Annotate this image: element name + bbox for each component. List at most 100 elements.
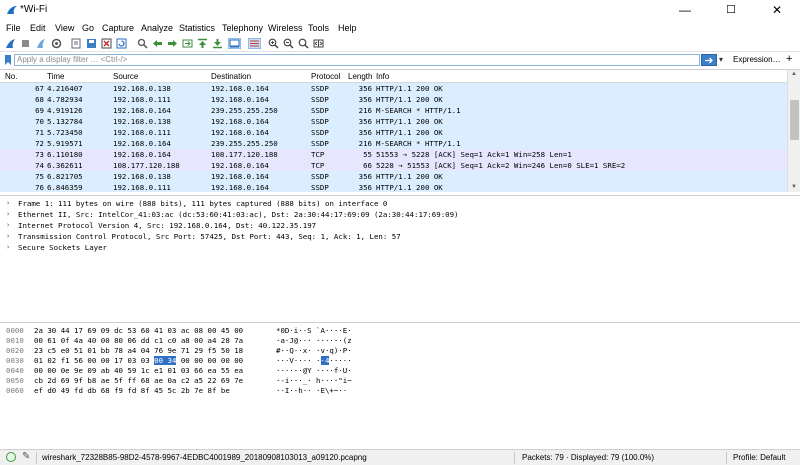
menu-telephony[interactable]: Telephony: [222, 23, 263, 33]
packet-destination: 192.168.0.164: [211, 183, 269, 192]
menu-file[interactable]: File: [6, 23, 21, 33]
menu-go[interactable]: Go: [82, 23, 94, 33]
expand-arrow-icon[interactable]: ›: [6, 231, 10, 242]
menu-view[interactable]: View: [55, 23, 74, 33]
ascii-bytes[interactable]: ···V···· ··4·····: [276, 356, 352, 366]
restart-capture-icon[interactable]: [35, 38, 46, 49]
last-packet-icon[interactable]: [212, 38, 223, 49]
expert-info-icon[interactable]: [6, 452, 16, 462]
apply-filter-button[interactable]: [701, 54, 717, 66]
menu-analyze[interactable]: Analyze: [141, 23, 173, 33]
find-packet-icon[interactable]: [137, 38, 148, 49]
resize-columns-icon[interactable]: [313, 38, 324, 49]
detail-row-ssl[interactable]: › Secure Sockets Layer: [0, 242, 800, 253]
stop-capture-icon[interactable]: [20, 38, 31, 49]
hex-bytes[interactable]: 01 02 f1 56 00 00 17 03 03 00 34 00 00 0…: [34, 356, 243, 366]
ascii-bytes[interactable]: ·-i···_· h····"i~: [276, 376, 352, 386]
maximize-button[interactable]: ☐: [708, 0, 754, 22]
go-forward-icon[interactable]: [167, 38, 178, 49]
expand-arrow-icon[interactable]: ›: [6, 220, 10, 231]
packet-row[interactable]: 73 6.110180 192.168.0.164 108.177.120.18…: [0, 149, 787, 160]
bytes-row[interactable]: 0010 00 61 0f 4a 40 00 80 06 dd c1 c0 a8…: [0, 336, 800, 346]
close-file-icon[interactable]: [101, 38, 112, 49]
zoom-normal-icon[interactable]: [298, 38, 309, 49]
hex-bytes-selected[interactable]: 00 34: [154, 356, 177, 365]
packet-row[interactable]: 76 6.846359 192.168.0.111 192.168.0.164 …: [0, 182, 787, 192]
bytes-row[interactable]: 0000 2a 30 44 17 69 09 dc 53 60 41 03 ac…: [0, 326, 800, 336]
ascii-bytes[interactable]: #··Q··x· ·v·q)·P·: [276, 346, 352, 356]
reload-icon[interactable]: [116, 38, 127, 49]
ascii-bytes[interactable]: ······@Y ····f·U·: [276, 366, 352, 376]
colorize-icon[interactable]: [248, 38, 261, 49]
column-header-protocol[interactable]: Protocol: [311, 72, 340, 81]
column-header-length[interactable]: Length: [348, 72, 372, 81]
packet-list-scrollbar[interactable]: ▲ ▼: [787, 70, 800, 192]
capture-comment-icon[interactable]: ✎: [22, 451, 30, 462]
hex-bytes[interactable]: 23 c5 e0 51 01 bb 78 a4 04 76 9e 71 29 f…: [34, 346, 243, 356]
menu-tools[interactable]: Tools: [308, 23, 329, 33]
expand-arrow-icon[interactable]: ›: [6, 242, 10, 253]
filter-dropdown-icon[interactable]: ▾: [719, 55, 723, 64]
start-capture-icon[interactable]: [5, 38, 16, 49]
expand-arrow-icon[interactable]: ›: [6, 209, 10, 220]
first-packet-icon[interactable]: [197, 38, 208, 49]
column-header-source[interactable]: Source: [113, 72, 138, 81]
column-header-info[interactable]: Info: [376, 72, 389, 81]
bytes-row[interactable]: 0060 ef d0 49 fd db 68 f9 fd 8f 45 5c 2b…: [0, 386, 800, 396]
hex-bytes[interactable]: ef d0 49 fd db 68 f9 fd 8f 45 5c 2b 7e 8…: [34, 386, 230, 396]
zoom-out-icon[interactable]: [283, 38, 294, 49]
menu-edit[interactable]: Edit: [30, 23, 46, 33]
packet-row[interactable]: 67 4.216407 192.168.0.138 192.168.0.164 …: [0, 83, 787, 94]
open-file-icon[interactable]: [71, 38, 82, 49]
hex-bytes[interactable]: 2a 30 44 17 69 09 dc 53 60 41 03 ac 08 0…: [34, 326, 243, 336]
hex-bytes[interactable]: 00 61 0f 4a 40 00 80 06 dd c1 c0 a8 00 a…: [34, 336, 243, 346]
menu-help[interactable]: Help: [338, 23, 357, 33]
byte-offset: 0020: [6, 346, 24, 355]
save-file-icon[interactable]: [86, 38, 97, 49]
go-back-icon[interactable]: [152, 38, 163, 49]
packet-protocol: SSDP: [311, 95, 329, 104]
bytes-row[interactable]: 0040 00 00 0e 9e 09 ab 40 59 1c e1 01 03…: [0, 366, 800, 376]
close-button[interactable]: ✕: [754, 0, 800, 22]
profile-label[interactable]: Profile: Default: [733, 453, 785, 462]
scroll-down-icon[interactable]: ▼: [791, 184, 797, 190]
detail-row-ethernet[interactable]: › Ethernet II, Src: IntelCor_41:03:ac (d…: [0, 209, 800, 220]
packet-row[interactable]: 71 5.723450 192.168.0.111 192.168.0.164 …: [0, 127, 787, 138]
column-header-time[interactable]: Time: [47, 72, 64, 81]
ascii-bytes[interactable]: *0D·i··S `A····E·: [276, 326, 352, 336]
packet-destination: 239.255.255.250: [211, 139, 278, 148]
display-filter-input[interactable]: Apply a display filter … <Ctrl-/>: [14, 54, 700, 66]
scrollbar-thumb[interactable]: [790, 100, 799, 140]
packet-row[interactable]: 74 6.362611 108.177.120.188 192.168.0.16…: [0, 160, 787, 171]
hex-bytes[interactable]: cb 2d 69 9f b8 ae 5f ff 68 ae 0a c2 a5 2…: [34, 376, 243, 386]
detail-row-tcp[interactable]: › Transmission Control Protocol, Src Por…: [0, 231, 800, 242]
capture-options-icon[interactable]: [51, 38, 62, 49]
go-to-packet-icon[interactable]: [182, 38, 193, 49]
menu-capture[interactable]: Capture: [102, 23, 134, 33]
column-header-destination[interactable]: Destination: [211, 72, 251, 81]
packet-row[interactable]: 75 6.821705 192.168.0.138 192.168.0.164 …: [0, 171, 787, 182]
add-filter-button[interactable]: +: [786, 53, 792, 65]
packet-row[interactable]: 69 4.919126 192.168.0.164 239.255.255.25…: [0, 105, 787, 116]
scroll-up-icon[interactable]: ▲: [791, 71, 797, 77]
detail-row-ipv4[interactable]: › Internet Protocol Version 4, Src: 192.…: [0, 220, 800, 231]
menu-wireless[interactable]: Wireless: [268, 23, 303, 33]
bytes-row[interactable]: 0020 23 c5 e0 51 01 bb 78 a4 04 76 9e 71…: [0, 346, 800, 356]
packet-row[interactable]: 72 5.919571 192.168.0.164 239.255.255.25…: [0, 138, 787, 149]
bookmark-icon[interactable]: [4, 55, 12, 65]
menu-statistics[interactable]: Statistics: [179, 23, 215, 33]
zoom-in-icon[interactable]: [268, 38, 279, 49]
detail-row-frame[interactable]: › Frame 1: 111 bytes on wire (888 bits),…: [0, 198, 800, 209]
auto-scroll-icon[interactable]: [228, 38, 241, 49]
bytes-row[interactable]: 0050 cb 2d 69 9f b8 ae 5f ff 68 ae 0a c2…: [0, 376, 800, 386]
packet-row[interactable]: 70 5.132784 192.168.0.138 192.168.0.164 …: [0, 116, 787, 127]
ascii-bytes[interactable]: ··I··h·· ·E\+~··: [276, 386, 347, 396]
bytes-row[interactable]: 0030 01 02 f1 56 00 00 17 03 03 00 34 00…: [0, 356, 800, 366]
ascii-bytes[interactable]: ·a·J@··· ······(z: [276, 336, 352, 346]
column-header-no[interactable]: No.: [5, 72, 17, 81]
hex-bytes[interactable]: 00 00 0e 9e 09 ab 40 59 1c e1 01 03 66 e…: [34, 366, 243, 376]
minimize-button[interactable]: —: [662, 0, 708, 22]
expand-arrow-icon[interactable]: ›: [6, 198, 10, 209]
expression-button[interactable]: Expression…: [733, 55, 781, 64]
packet-row[interactable]: 68 4.782934 192.168.0.111 192.168.0.164 …: [0, 94, 787, 105]
